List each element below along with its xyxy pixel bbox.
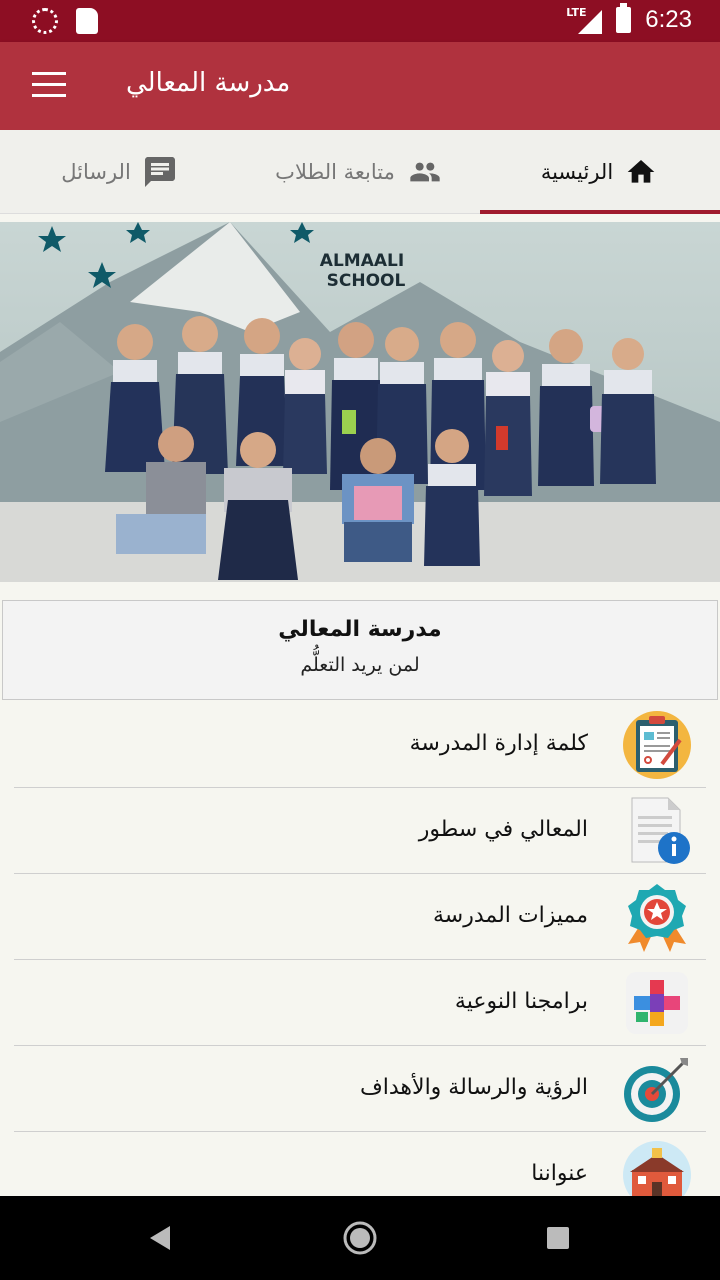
sign-line1: ALMAALI: [320, 251, 404, 271]
tab-messages-label: الرسائل: [61, 160, 131, 184]
menu-item-admin-word[interactable]: كلمة إدارة المدرسة: [14, 702, 706, 788]
recents-icon[interactable]: [538, 1218, 578, 1258]
menu-item-label: مميزات المدرسة: [432, 903, 588, 928]
tab-home-label: الرئيسية: [540, 160, 614, 184]
menu-item-about[interactable]: المعالي في سطور: [14, 788, 706, 874]
home-nav-icon[interactable]: [340, 1218, 380, 1258]
menu-item-features[interactable]: مميزات المدرسة: [14, 874, 706, 960]
school-name: مدرسة المعالي: [278, 617, 442, 642]
tab-bar: الرئيسية متابعة الطلاب الرسائل: [0, 130, 720, 214]
menu-item-label: برامجنا النوعية: [454, 989, 588, 1014]
menu-item-label: كلمة إدارة المدرسة: [409, 731, 588, 756]
menu-item-vision[interactable]: الرؤية والرسالة والأهداف: [14, 1046, 706, 1132]
people-icon: [410, 162, 440, 182]
clipboard-icon: [623, 711, 691, 779]
sign-line2: SCHOOL: [327, 271, 406, 291]
menu-item-programs[interactable]: برامجنا النوعية: [14, 960, 706, 1046]
back-icon[interactable]: [142, 1218, 182, 1258]
menu-icon[interactable]: [32, 72, 66, 98]
school-photo: ALMAALI SCHOOL: [0, 222, 720, 582]
menu-list: كلمة إدارة المدرسة المعالي في سطور مميزا…: [0, 702, 720, 1218]
school-info-card: مدرسة المعالي لمن يريد التعلُّم: [2, 600, 718, 700]
sync-icon: [32, 8, 58, 34]
menu-item-label: الرؤية والرسالة والأهداف: [359, 1075, 588, 1100]
target-icon: [624, 1058, 688, 1122]
tab-home[interactable]: الرئيسية: [480, 130, 720, 214]
school-tagline: لمن يريد التعلُّم: [300, 654, 420, 676]
app-title: مدرسة المعالي: [126, 68, 291, 98]
tab-students-label: متابعة الطلاب: [275, 160, 395, 184]
menu-item-label: المعالي في سطور: [418, 817, 588, 842]
app-bar: مدرسة المعالي: [0, 42, 720, 130]
message-icon: [144, 157, 175, 187]
hero-photo: ALMAALI SCHOOL: [0, 222, 720, 582]
tab-students[interactable]: متابعة الطلاب: [240, 130, 480, 214]
signal-icon: LTE: [566, 6, 603, 34]
home-icon: [627, 160, 655, 183]
status-bar: LTE 6:23: [0, 0, 720, 42]
document-info-icon: [631, 797, 690, 864]
system-nav-bar: [0, 1196, 720, 1280]
battery-icon: [616, 3, 632, 33]
sd-card-icon: [76, 8, 98, 34]
tab-messages[interactable]: الرسائل: [0, 130, 240, 214]
badge-star-icon: [628, 884, 686, 952]
clock: 6:23: [645, 6, 692, 33]
colorful-plus-icon: [626, 972, 688, 1034]
